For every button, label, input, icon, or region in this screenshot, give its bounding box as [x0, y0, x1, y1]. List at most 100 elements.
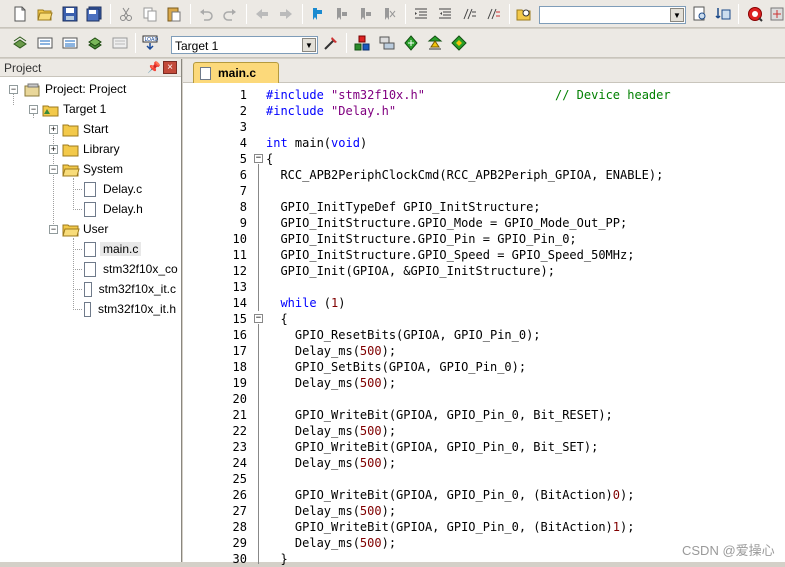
build-icon[interactable] [35, 33, 55, 53]
undo-icon[interactable] [196, 4, 216, 24]
rebuild-icon[interactable] [60, 33, 80, 53]
code-token: ); [381, 376, 397, 390]
redo-icon[interactable] [220, 4, 240, 24]
code-line: GPIO_SetBits(GPIOA, GPIO_Pin_0); [266, 359, 526, 375]
tree-item-file[interactable]: stm32f10x_it.h [84, 299, 179, 319]
tree-item-group-user[interactable]: User [62, 219, 111, 239]
indent-icon[interactable] [411, 4, 431, 24]
stop-build-icon[interactable] [110, 33, 130, 53]
code-token: GPIO_InitStructure.GPIO_Speed = GPIO_Spe… [266, 248, 635, 262]
select-packs-icon[interactable] [377, 33, 397, 53]
code-token: 500 [359, 504, 382, 518]
target-options-icon[interactable] [321, 33, 341, 53]
unindent-icon[interactable] [435, 4, 455, 24]
code-token: ) [338, 296, 346, 310]
tree-item-group-system[interactable]: System [62, 159, 126, 179]
code-line: Delay_ms(500); [266, 423, 396, 439]
save-all-icon[interactable] [84, 4, 104, 24]
fold-toggle-icon[interactable]: − [254, 154, 263, 163]
code-editor[interactable]: 1 2 3 4 5 6 7 8 9 10 11 12 13 14 15 16 17 18 19 20 21 22 23 24 2… [187, 85, 785, 566]
code-token: ); [381, 456, 397, 470]
expand-start-icon[interactable]: + [49, 125, 58, 134]
collapse-user-icon[interactable]: − [49, 225, 58, 234]
target-select[interactable]: Target 1 ▼ [171, 36, 318, 54]
bookmark-clear-icon[interactable] [379, 4, 399, 24]
bookmark-toggle-icon[interactable] [307, 4, 327, 24]
save-icon[interactable] [60, 4, 80, 24]
code-token: ) [359, 136, 368, 150]
batch-build-icon[interactable] [85, 33, 105, 53]
close-icon[interactable]: × [163, 61, 177, 74]
expand-library-icon[interactable]: + [49, 145, 58, 154]
tab-main-c[interactable]: main.c [193, 62, 279, 83]
tree-item-file[interactable]: stm32f10x_it.c [84, 279, 179, 299]
code-token: GPIO_InitStructure.GPIO_Pin = GPIO_Pin_0… [266, 232, 577, 246]
find-in-files-icon[interactable] [514, 4, 534, 24]
tree-item-file-selected[interactable]: main.c [84, 239, 142, 259]
tree-item-project[interactable]: Project: Project [24, 79, 129, 99]
download-icon[interactable]: LOAD [140, 33, 160, 53]
chevron-down-icon[interactable]: ▼ [302, 38, 316, 52]
search-combo[interactable]: ▼ [539, 6, 686, 24]
collapse-system-icon[interactable]: − [49, 165, 58, 174]
open-file-icon[interactable] [35, 4, 55, 24]
chevron-down-icon[interactable]: ▼ [670, 8, 684, 22]
nav-back-icon[interactable] [252, 4, 272, 24]
line-number: 19 [232, 376, 247, 390]
code-token: GPIO_WriteBit(GPIOA, GPIO_Pin_0, (BitAct… [266, 488, 613, 502]
code-token: GPIO_ResetBits(GPIOA, GPIO_Pin_0); [266, 328, 541, 342]
target-select-value: Target 1 [175, 39, 219, 53]
translate-icon[interactable] [10, 33, 30, 53]
fold-margin: − − [251, 85, 265, 564]
code-line: GPIO_ResetBits(GPIOA, GPIO_Pin_0); [266, 327, 541, 343]
bookmark-next-icon[interactable] [355, 4, 375, 24]
fold-toggle-icon[interactable]: − [254, 314, 263, 323]
code-line: GPIO_InitStructure.GPIO_Pin = GPIO_Pin_0… [266, 231, 577, 247]
new-file-icon[interactable] [10, 4, 30, 24]
settings-icon[interactable] [767, 4, 785, 24]
line-number: 25 [232, 472, 247, 486]
uncomment-icon[interactable] [483, 4, 503, 24]
code-token: } [266, 552, 288, 566]
debug-session-icon[interactable] [745, 4, 765, 24]
paste-icon[interactable] [164, 4, 184, 24]
tree-item-group-label: User [83, 222, 109, 236]
code-token: GPIO_Init(GPIOA, &GPIO_InitStructure); [266, 264, 555, 278]
find-icon[interactable] [690, 4, 710, 24]
tree-item-target[interactable]: Target 1 [42, 99, 109, 119]
line-number: 3 [239, 120, 247, 134]
tree-item-file[interactable]: stm32f10x_co [84, 259, 181, 279]
tree-item-group-library[interactable]: Library [62, 139, 123, 159]
code-token: GPIO_InitTypeDef GPIO_InitStructure; [266, 200, 541, 214]
comment-icon[interactable] [459, 4, 479, 24]
code-line: #include "Delay.h" [266, 103, 396, 119]
manage-rte-icon[interactable] [401, 33, 421, 53]
code-line: Delay_ms(500); [266, 343, 396, 359]
c-file-icon [84, 181, 96, 197]
line-number: 6 [239, 168, 247, 182]
editor-area: main.c 1 2 3 4 5 6 7 8 9 10 11 12 13 14 15 16 17 18 19 20 21… [183, 59, 785, 566]
line-number: 10 [232, 232, 247, 246]
pack-installer-icon[interactable] [425, 33, 445, 53]
tree-item-group-start[interactable]: Start [62, 119, 111, 139]
collapse-project-icon[interactable]: − [9, 85, 18, 94]
code-token: 0 [612, 488, 621, 502]
collapse-target-icon[interactable]: − [29, 105, 38, 114]
nav-forward-icon[interactable] [276, 4, 296, 24]
code-token: Delay_ms( [266, 456, 360, 470]
copy-icon[interactable] [140, 4, 160, 24]
code-line: GPIO_InitStructure.GPIO_Mode = GPIO_Mode… [266, 215, 627, 231]
bookmark-prev-icon[interactable] [331, 4, 351, 24]
tree-item-file[interactable]: Delay.c [84, 179, 145, 199]
code-line: } [266, 551, 288, 567]
pin-icon[interactable]: 📌 [147, 61, 161, 74]
manage-project-items-icon[interactable] [352, 33, 372, 53]
incremental-find-icon[interactable] [713, 4, 733, 24]
c-file-icon [84, 281, 92, 297]
tree-item-file[interactable]: Delay.h [84, 199, 146, 219]
code-token: GPIO_InitStructure.GPIO_Mode = GPIO_Mode… [266, 216, 628, 230]
pack-update-icon[interactable] [449, 33, 469, 53]
cut-icon[interactable] [116, 4, 136, 24]
svg-text:LOAD: LOAD [145, 37, 159, 43]
